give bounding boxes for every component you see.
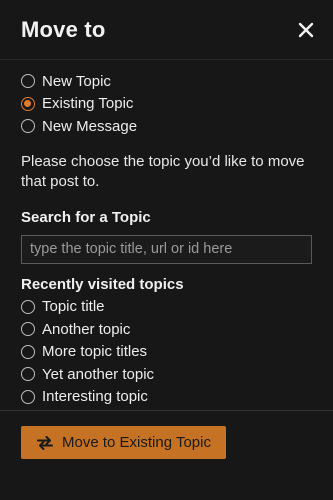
move-to-existing-topic-button[interactable]: Move to Existing Topic: [21, 426, 226, 459]
close-icon: [298, 22, 314, 37]
radio-new-topic[interactable]: New Topic: [21, 70, 312, 93]
recent-topic-item[interactable]: Interesting topic: [21, 386, 312, 409]
recent-topic-label: Yet another topic: [42, 365, 155, 383]
radio-button[interactable]: [21, 74, 35, 89]
radio-label: Existing Topic: [42, 95, 134, 113]
radio-button[interactable]: [21, 344, 35, 359]
instructions-text: Please choose the topic you’d like to mo…: [21, 152, 305, 190]
radio-button[interactable]: [21, 389, 35, 404]
modal-title: Move to: [21, 16, 106, 42]
close-button[interactable]: [293, 17, 319, 43]
topic-search-input[interactable]: [21, 234, 312, 264]
recent-topic-item[interactable]: Yet another topic: [21, 363, 312, 386]
radio-button[interactable]: [21, 299, 35, 314]
move-button-label: Move to Existing Topic: [62, 434, 211, 451]
recent-topic-label: Interesting topic: [42, 388, 148, 406]
radio-new-message[interactable]: New Message: [21, 115, 312, 138]
radio-button-selected[interactable]: [21, 96, 35, 111]
radio-button[interactable]: [21, 119, 35, 134]
recent-topic-item[interactable]: Topic title: [21, 296, 312, 319]
recent-topics-list: Topic title Another topic More topic tit…: [21, 296, 312, 409]
recent-topic-item[interactable]: More topic titles: [21, 341, 312, 364]
radio-button[interactable]: [21, 367, 35, 382]
recent-topic-label: More topic titles: [42, 343, 148, 361]
radio-label: New Message: [42, 117, 138, 135]
modal-header: Move to: [0, 0, 333, 60]
radio-button[interactable]: [21, 322, 35, 337]
recent-topic-item[interactable]: Another topic: [21, 318, 312, 341]
radio-existing-topic[interactable]: Existing Topic: [21, 93, 312, 116]
recent-topic-label: Topic title: [42, 298, 105, 316]
recent-topic-label: Another topic: [42, 320, 131, 338]
recent-topics-label: Recently visited topics: [21, 275, 184, 293]
radio-label: New Topic: [42, 72, 111, 90]
exchange-arrows-icon: [37, 435, 54, 450]
footer-divider: [0, 410, 333, 411]
move-mode-radio-group: New Topic Existing Topic New Message: [21, 70, 312, 138]
modal-body: New Topic Existing Topic New Message Ple…: [0, 60, 333, 408]
search-label: Search for a Topic: [21, 208, 151, 226]
move-to-modal: Move to New Topic Existing Topic New Mes…: [0, 0, 333, 500]
